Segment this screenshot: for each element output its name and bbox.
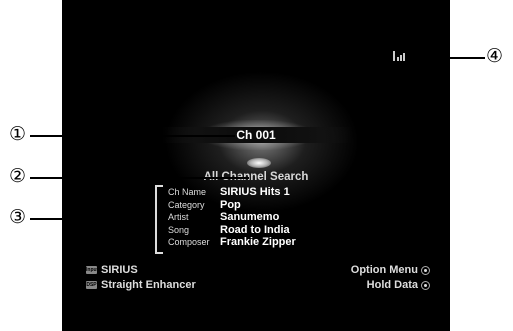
info-row-song: Song Road to India xyxy=(168,223,296,236)
dsp-program: DSP Straight Enhancer xyxy=(86,279,196,291)
info-bracket xyxy=(155,185,163,254)
callout-line-2 xyxy=(30,177,249,179)
option-menu-label: Option Menu xyxy=(350,264,418,276)
callout-line-4 xyxy=(423,57,485,59)
info-row-artist: Artist Sanumemo xyxy=(168,210,296,223)
enter-key-icon xyxy=(421,280,430,290)
info-label: Ch Name xyxy=(168,187,207,197)
callout-4: ④ xyxy=(486,46,504,67)
info-row-composer: Composer Frankie Zipper xyxy=(168,235,296,248)
info-label: Composer xyxy=(168,237,210,248)
info-row-category: Category Pop xyxy=(168,198,296,211)
input-tag-icon: Input xyxy=(86,266,99,275)
info-row-ch-name: Ch Name SIRIUS Hits 1 xyxy=(168,185,296,198)
dsp-tag-icon: DSP xyxy=(86,281,97,290)
tuner-screen: Ch 001 All Channel Search Ch Name SIRIUS … xyxy=(62,0,450,331)
info-label: Artist xyxy=(168,212,189,223)
input-source-value: SIRIUS xyxy=(101,264,138,276)
info-value: Sanumemo xyxy=(220,211,280,224)
callout-line-3 xyxy=(30,218,155,220)
input-source: Input SIRIUS xyxy=(86,264,138,276)
info-value: Pop xyxy=(220,198,241,211)
callout-line-1 xyxy=(30,135,235,137)
callout-3: ③ xyxy=(9,207,27,228)
option-menu[interactable]: Option Menu xyxy=(351,264,430,276)
glow-dot xyxy=(247,158,271,168)
track-info: Ch Name SIRIUS Hits 1 Category Pop Artist S… xyxy=(168,185,296,248)
info-value: Frankie Zipper xyxy=(220,236,296,249)
callout-1: ① xyxy=(9,124,27,145)
info-value: Road to India xyxy=(220,223,290,236)
antenna-signal-icon xyxy=(393,51,407,61)
hold-data-label: Hold Data xyxy=(366,279,418,291)
hold-data[interactable]: Hold Data xyxy=(367,279,430,291)
info-value: SIRIUS Hits 1 xyxy=(220,186,290,198)
callout-2: ② xyxy=(9,166,27,187)
option-key-icon xyxy=(421,265,430,275)
dsp-program-value: Straight Enhancer xyxy=(101,279,196,291)
